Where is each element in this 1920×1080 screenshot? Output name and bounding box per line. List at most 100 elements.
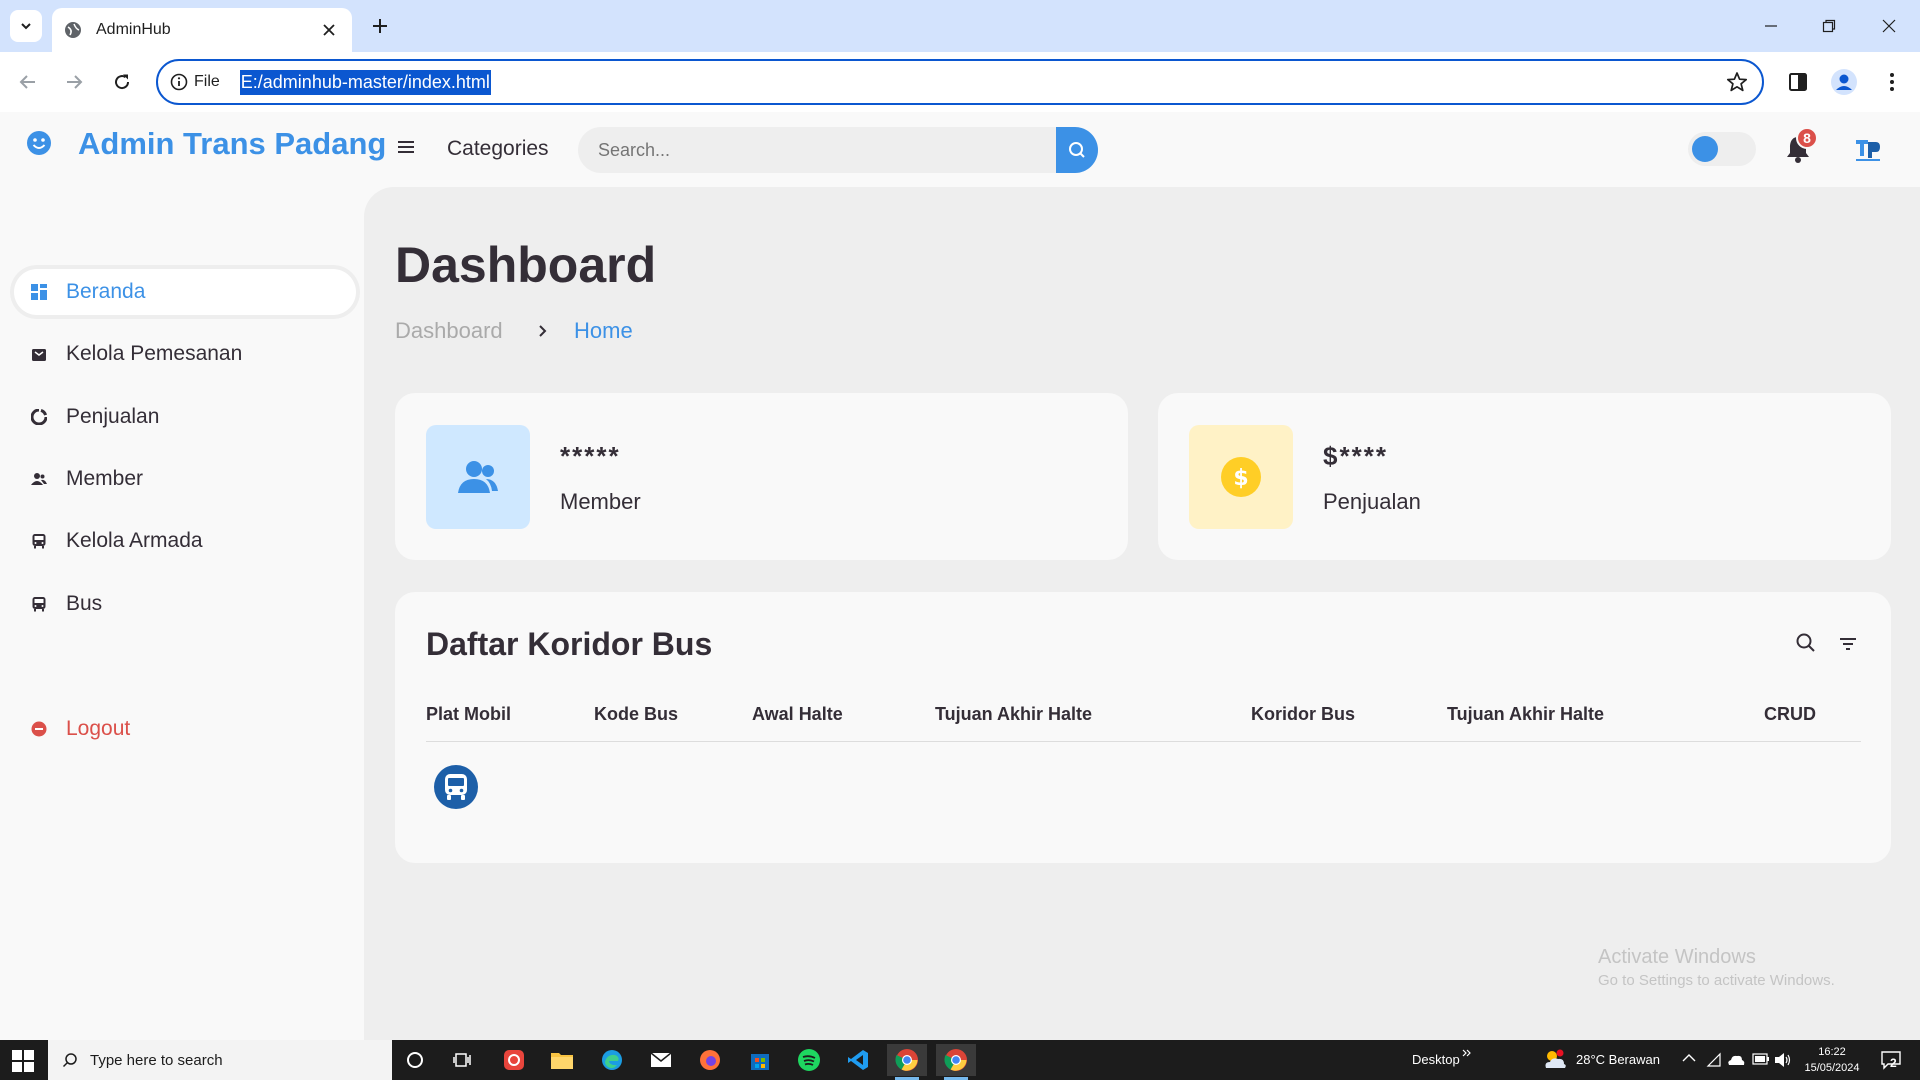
address-bar[interactable]: File E:/adminhub-master/index.html (156, 59, 1764, 105)
logout-icon (30, 720, 48, 738)
chevron-double-right-icon[interactable] (1462, 1048, 1472, 1058)
close-window-button[interactable] (1874, 12, 1904, 40)
taskbar-app-mail[interactable] (641, 1044, 681, 1076)
brand-title[interactable]: Admin Trans Padang (78, 126, 386, 162)
chrome-icon (895, 1049, 918, 1071)
profile-button[interactable] (1828, 66, 1860, 98)
sidebar-item-kelola-pemesanan[interactable]: Kelola Pemesanan (10, 327, 360, 381)
taskbar-app-file-explorer[interactable] (542, 1044, 582, 1076)
taskbar-clock[interactable]: 16:22 15/05/2024 (1800, 1044, 1864, 1076)
member-count-label: Member (560, 489, 641, 514)
search-icon (62, 1053, 77, 1068)
chevron-up-icon[interactable] (1682, 1053, 1696, 1063)
windows-start-icon[interactable] (12, 1050, 34, 1072)
hamburger-menu-icon[interactable] (396, 138, 416, 156)
breadcrumb-dashboard[interactable]: Dashboard (395, 318, 503, 344)
reload-button[interactable] (106, 66, 138, 98)
sidebar-item-bus[interactable]: Bus (10, 577, 360, 631)
trans-padang-logo-icon[interactable] (1852, 136, 1884, 164)
close-icon (1882, 19, 1896, 33)
onedrive-cloud-icon[interactable] (1726, 1052, 1746, 1068)
smiley-icon (27, 131, 51, 155)
restore-button[interactable] (1814, 12, 1844, 40)
bus-icon (30, 532, 48, 550)
dollar-icon: $ (1189, 425, 1293, 529)
new-tab-button[interactable] (366, 12, 394, 40)
store-icon (751, 1054, 769, 1070)
back-button[interactable] (12, 66, 44, 98)
taskbar-app-screenshot-tool[interactable] (494, 1044, 534, 1076)
taskbar-search-box[interactable]: Type here to search (48, 1040, 392, 1080)
search-input[interactable] (578, 127, 1056, 173)
sidebar-item-member[interactable]: Member (10, 452, 360, 506)
taskbar-app-vscode[interactable] (838, 1044, 878, 1076)
browser-tab[interactable]: AdminHub (52, 8, 352, 52)
close-tab-icon[interactable] (318, 19, 340, 41)
sidebar-item-logout[interactable]: Logout (10, 702, 360, 756)
search-button[interactable] (1056, 127, 1098, 173)
sidebar-item-penjualan[interactable]: Penjualan (10, 390, 360, 444)
desktop-toolbar-label[interactable]: Desktop (1412, 1052, 1460, 1067)
column-header-tujuan-akhir-halte-2: Tujuan Akhir Halte (1447, 704, 1605, 724)
sidebar-item-label: Penjualan (66, 405, 160, 428)
forward-button[interactable] (58, 66, 90, 98)
site-info-button[interactable]: File (170, 73, 220, 91)
shopping-bag-icon (30, 345, 48, 363)
windows-taskbar: Type here to search Desktop 28°C Berawan (0, 1040, 1920, 1080)
sidebar-item-kelola-armada[interactable]: Kelola Armada (10, 514, 360, 568)
sidebar: Beranda Kelola Pemesanan Penjualan Membe… (0, 187, 364, 1040)
side-panel-button[interactable] (1782, 66, 1814, 98)
more-vertical-icon (1890, 73, 1894, 91)
cortana-button[interactable] (395, 1044, 435, 1076)
taskbar-app-edge[interactable] (592, 1044, 632, 1076)
sidebar-item-label: Kelola Pemesanan (66, 342, 243, 365)
battery-icon[interactable] (1752, 1053, 1770, 1065)
cortana-icon (407, 1052, 423, 1068)
doughnut-chart-icon (30, 408, 48, 426)
weather-status[interactable]: 28°C Berawan (1576, 1052, 1660, 1067)
edge-icon (602, 1050, 622, 1070)
dark-mode-toggle[interactable] (1688, 132, 1756, 166)
url-text[interactable]: E:/adminhub-master/index.html (239, 69, 491, 95)
bus-icon (434, 765, 478, 809)
weather-cloud-icon[interactable] (1542, 1048, 1568, 1072)
categories-link[interactable]: Categories (447, 137, 549, 161)
sidebar-item-label: Kelola Armada (66, 529, 203, 552)
taskbar-app-store[interactable] (740, 1044, 780, 1076)
folder-icon (551, 1053, 573, 1069)
stat-card-member: ***** Member (395, 393, 1128, 560)
task-view-icon (453, 1053, 471, 1067)
search-form (578, 127, 1098, 173)
tab-search-button[interactable] (10, 10, 42, 42)
minimize-button[interactable] (1756, 12, 1786, 40)
globe-icon (65, 22, 81, 38)
bookmark-star-icon[interactable] (1726, 71, 1748, 98)
bus-icon (30, 595, 48, 613)
network-icon[interactable] (1706, 1052, 1722, 1068)
arrow-left-icon (19, 75, 35, 89)
snipping-tool-icon (504, 1050, 524, 1070)
taskbar-app-chrome[interactable] (936, 1044, 976, 1080)
column-header-crud: CRUD (1764, 704, 1816, 724)
taskbar-app-firefox[interactable] (690, 1044, 730, 1076)
plus-icon (373, 19, 387, 33)
column-header-kode-bus: Kode Bus (594, 704, 679, 724)
group-icon (30, 470, 48, 488)
sales-total-value: $**** (1323, 441, 1388, 471)
search-icon[interactable] (1795, 632, 1817, 654)
filter-icon[interactable] (1837, 634, 1859, 654)
taskbar-app-spotify[interactable] (789, 1044, 829, 1076)
browser-menu-button[interactable] (1876, 66, 1908, 98)
volume-icon[interactable] (1774, 1052, 1792, 1068)
page-title: Dashboard (395, 237, 657, 293)
minimize-icon (1765, 25, 1777, 27)
sidebar-item-beranda[interactable]: Beranda (10, 265, 360, 319)
taskbar-search-placeholder: Type here to search (90, 1051, 223, 1069)
task-view-button[interactable] (443, 1044, 483, 1076)
spotify-icon (798, 1049, 820, 1071)
member-count-value: ***** (560, 441, 621, 471)
breadcrumb-home[interactable]: Home (574, 318, 633, 344)
app-navbar: Admin Trans Padang Categories 8 (0, 112, 1920, 187)
bus-corridor-table-panel: Daftar Koridor Bus Plat Mobil Kode Bus A… (395, 592, 1891, 863)
taskbar-app-chrome-profile[interactable] (887, 1044, 927, 1080)
